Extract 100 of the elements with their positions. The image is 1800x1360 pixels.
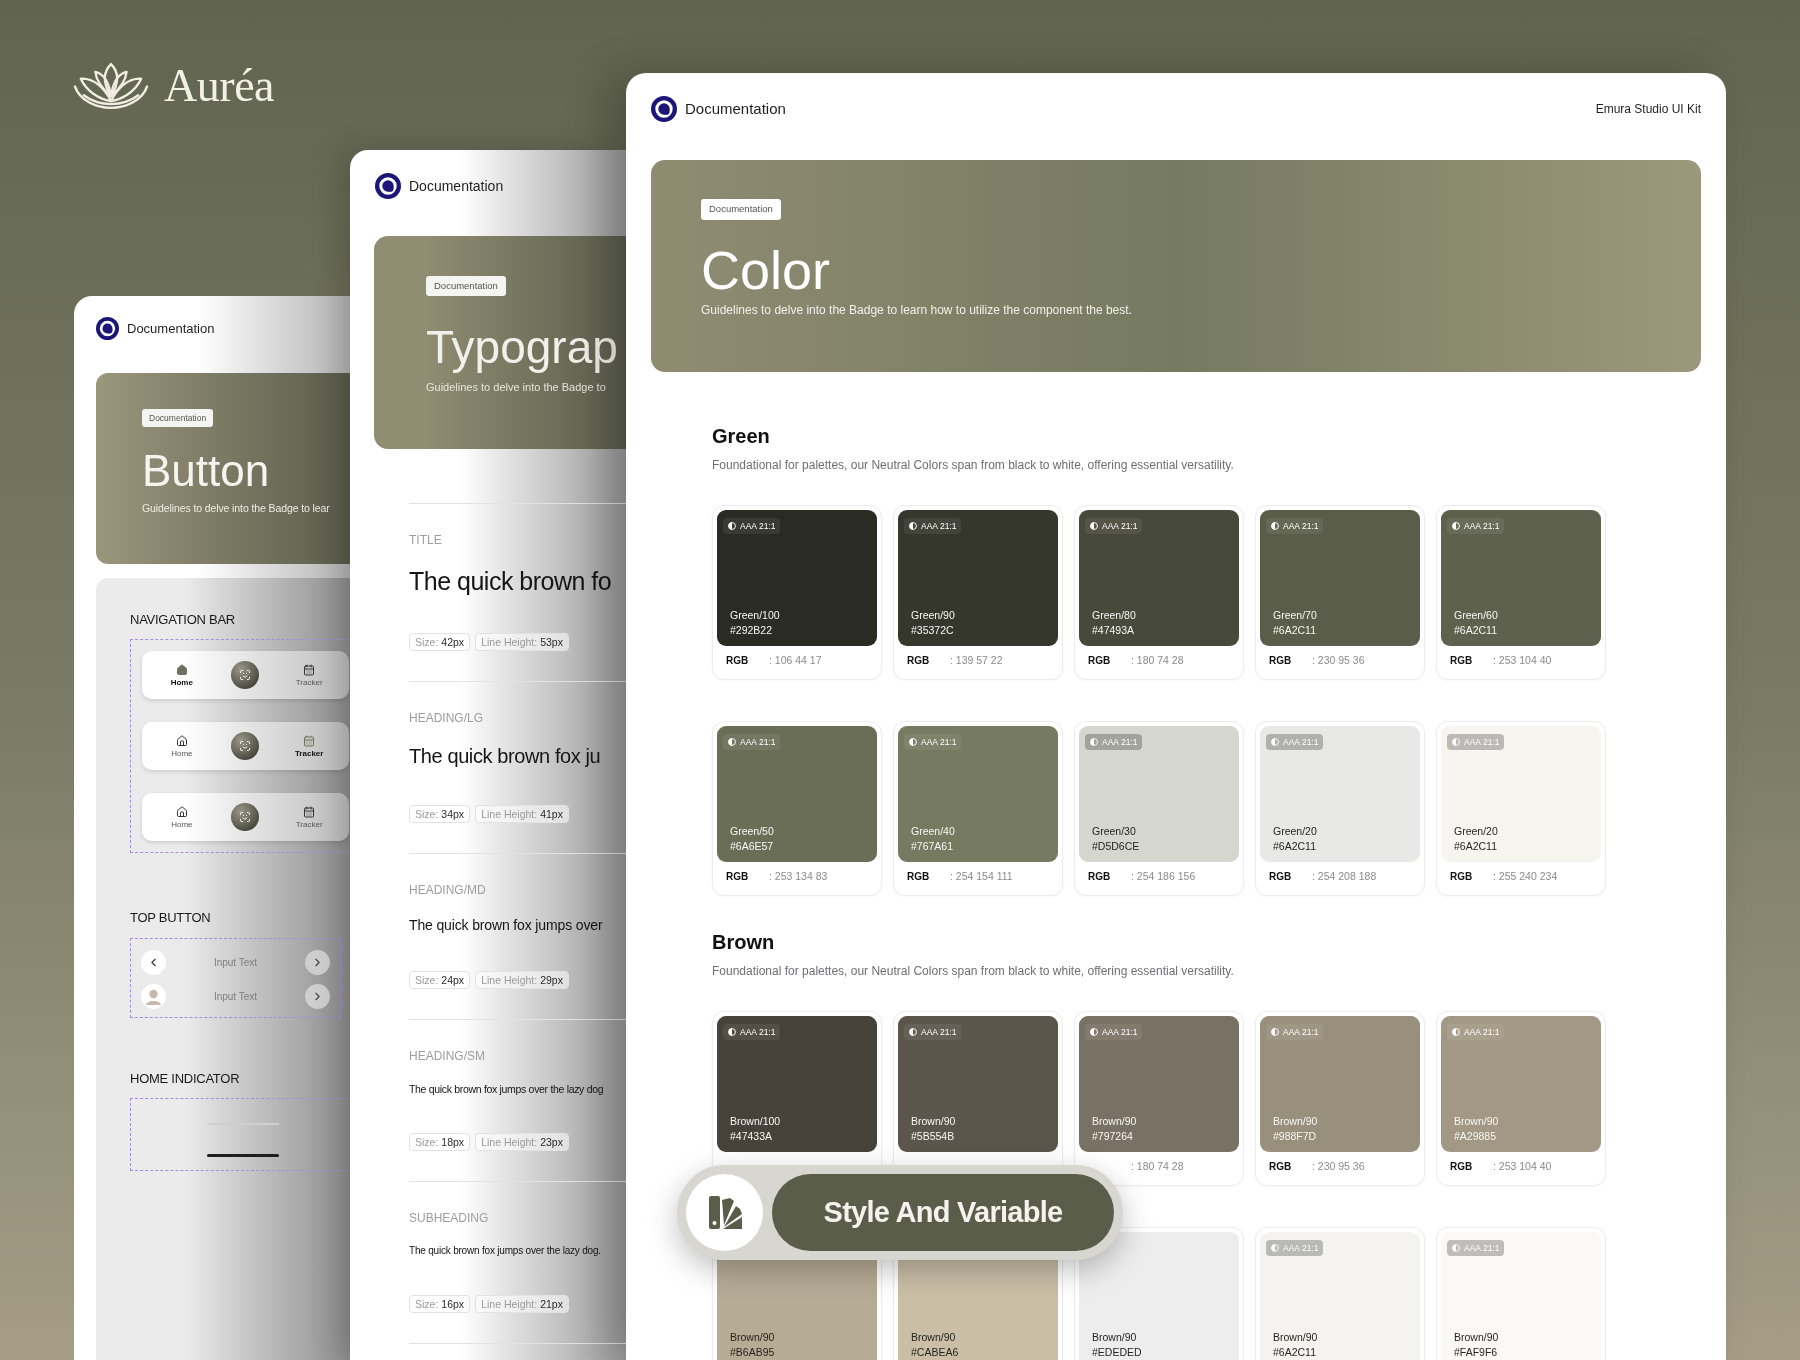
- spec-chip: Line Height: 21px: [475, 1295, 569, 1313]
- swatch-name: Green/90: [911, 608, 955, 623]
- spec-chip: Size: 16px: [409, 1295, 471, 1313]
- rgb-label: RGB: [1269, 870, 1293, 884]
- scan-button[interactable]: [231, 803, 260, 831]
- swatch-name: Brown/90: [911, 1330, 956, 1345]
- nav-tab[interactable]: Home: [170, 663, 193, 687]
- page-subtitle: Guidelines to delve into the Badge to lear: [142, 501, 330, 515]
- nav-tab[interactable]: Tracker: [295, 663, 323, 687]
- section-title: NAVIGATION BAR: [130, 612, 236, 628]
- rgb-value: : 254 186 156: [1131, 868, 1196, 884]
- contrast-ratio: AAA 21:1: [1102, 1027, 1138, 1037]
- contrast-ratio: AAA 21:1: [1102, 521, 1138, 531]
- hex-code: #D5D6CE: [1092, 839, 1140, 854]
- hex-code: #B6AB95: [730, 1345, 775, 1360]
- bar-title: Input Text: [212, 955, 259, 970]
- palette-title: Green: [712, 424, 771, 448]
- logo-icon: [651, 96, 677, 122]
- hex-code: #6A2C11: [1273, 1345, 1316, 1360]
- contrast-ratio: AAA 21:1: [921, 521, 957, 531]
- rgb-value: : 255 240 234: [1493, 868, 1558, 884]
- kit-name: Emura Studio UI Kit: [1595, 101, 1701, 118]
- swatch-name: Green/70: [1273, 608, 1317, 623]
- contrast-ratio: AAA 21:1: [1464, 1027, 1500, 1037]
- section-title: TOP BUTTON: [130, 910, 212, 926]
- type-sample: The quick brown fox jumps over: [409, 916, 603, 934]
- style-name: HEADING/LG: [409, 711, 483, 725]
- lotus-logo-icon: [72, 60, 150, 112]
- hex-code: #FAF9F6: [1454, 1345, 1498, 1360]
- hex-code: #47493A: [1092, 623, 1135, 638]
- contrast-ratio: AAA 21:1: [1102, 737, 1138, 747]
- contrast-ratio: AAA 21:1: [921, 737, 957, 747]
- rgb-label: RGB: [1088, 654, 1112, 668]
- house-icon: [175, 805, 188, 818]
- hex-code: #988F7D: [1273, 1129, 1317, 1144]
- doc-title: Documentation: [409, 176, 504, 196]
- hex-code: #6A6E57: [730, 839, 774, 854]
- face-scan-icon: [239, 669, 252, 681]
- page-subtitle: Guidelines to delve into the Badge to: [426, 380, 606, 394]
- rgb-label: RGB: [1450, 870, 1474, 884]
- spec-chip: Line Height: 53px: [475, 633, 569, 651]
- contrast-icon: [1090, 738, 1098, 746]
- palette-description: Foundational for palettes, our Neutral Colors span from black to white, offering essential versatility.: [712, 457, 1235, 473]
- rgb-value: : 106 44 17: [769, 652, 822, 668]
- contrast-icon: [909, 738, 917, 746]
- face-scan-icon: [239, 811, 252, 823]
- hex-code: #797264: [1092, 1129, 1133, 1144]
- contrast-ratio: AAA 21:1: [1283, 1027, 1319, 1037]
- hex-code: #6A2C11: [1273, 839, 1316, 854]
- logo-icon: [96, 317, 119, 340]
- forward-button[interactable]: [305, 949, 330, 975]
- calendar-icon: [303, 805, 316, 818]
- contrast-ratio: AAA 21:1: [921, 1027, 957, 1037]
- scan-button[interactable]: [231, 732, 260, 760]
- swatch-name: Brown/90: [1092, 1114, 1137, 1129]
- contrast-icon: [1452, 522, 1460, 530]
- contrast-icon: [1452, 738, 1460, 746]
- contrast-icon: [1452, 1244, 1460, 1252]
- category-tag: Documentation: [426, 276, 506, 296]
- nav-tab[interactable]: Tracker: [295, 805, 323, 829]
- back-button[interactable]: [141, 949, 166, 975]
- contrast-icon: [1271, 522, 1279, 530]
- rgb-label: RGB: [907, 870, 931, 884]
- swatch-name: Brown/90: [1092, 1330, 1137, 1345]
- style-name: TITLE: [409, 533, 442, 547]
- contrast-ratio: AAA 21:1: [740, 737, 776, 747]
- rgb-value: : 139 57 22: [950, 652, 1003, 668]
- nav-tab[interactable]: Home: [171, 805, 193, 829]
- rgb-value: : 254 208 188: [1312, 868, 1377, 884]
- scan-button[interactable]: [231, 661, 260, 689]
- contrast-icon: [1271, 1244, 1279, 1252]
- hex-code: #35372C: [911, 623, 954, 638]
- rgb-value: : 254 154 111: [950, 868, 1013, 884]
- hex-code: #5B554B: [911, 1129, 955, 1144]
- swatch-name: Brown/90: [1273, 1114, 1318, 1129]
- rgb-value: : 253 104 40: [1493, 652, 1552, 668]
- page-title: Typograp: [426, 321, 618, 373]
- contrast-icon: [1090, 1028, 1098, 1036]
- swatch-name: Brown/90: [730, 1330, 775, 1345]
- nav-tab[interactable]: Home: [171, 734, 193, 758]
- type-sample: The quick brown fox ju: [409, 744, 601, 768]
- brand-name: Auréa: [164, 60, 275, 112]
- spec-chip: Line Height: 23px: [475, 1133, 569, 1151]
- contrast-icon: [1271, 1028, 1279, 1036]
- avatar-icon: [141, 983, 166, 1009]
- hex-code: #767A61: [911, 839, 954, 854]
- type-sample: The quick brown fo: [409, 566, 612, 596]
- home-indicator-bar: [207, 1154, 279, 1157]
- swatch-name: Brown/90: [1454, 1114, 1499, 1129]
- feature-title: Style And Variable: [772, 1174, 1114, 1251]
- contrast-ratio: AAA 21:1: [1464, 737, 1500, 747]
- rgb-label: RGB: [1269, 654, 1293, 668]
- nav-tab[interactable]: Tracker: [294, 734, 324, 758]
- rgb-value: : 253 104 40: [1493, 1158, 1552, 1174]
- house-icon: [175, 663, 188, 676]
- contrast-ratio: AAA 21:1: [740, 1027, 776, 1037]
- contrast-icon: [909, 522, 917, 530]
- forward-button[interactable]: [305, 983, 330, 1009]
- hex-code: #6A2C11: [1454, 623, 1497, 638]
- style-name: HEADING/SM: [409, 1049, 485, 1063]
